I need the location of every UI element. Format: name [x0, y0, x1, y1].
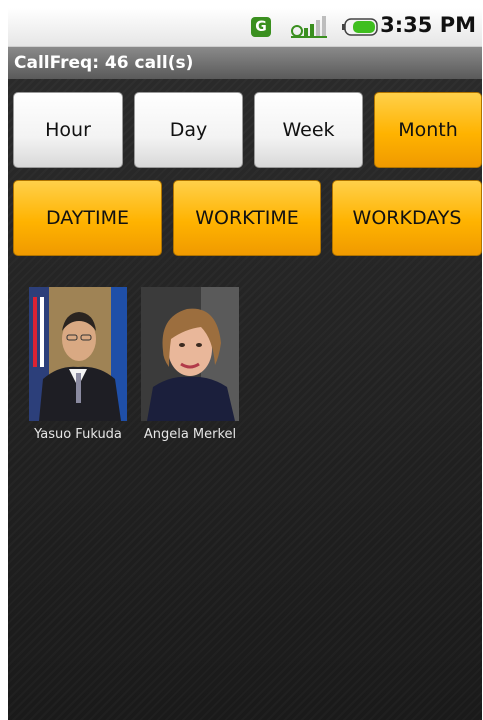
status-time: 3:35 PM	[380, 13, 476, 37]
workdays-button[interactable]: WORKDAYS	[332, 180, 482, 256]
day-button[interactable]: Day	[134, 92, 243, 168]
contact-name: Angela Merkel	[143, 427, 237, 442]
app-screen: G 3:35 PM CallFreq: 46 call(s) Hour Day …	[8, 8, 482, 720]
g-network-icon: G	[251, 17, 271, 37]
worktime-button[interactable]: WORKTIME	[173, 180, 321, 256]
month-button[interactable]: Month	[374, 92, 482, 168]
contact-photo	[141, 287, 239, 421]
main-content: Hour Day Week Month DAYTIME WORKTIME WOR…	[8, 79, 482, 720]
contact-item[interactable]: Yasuo Fukuda	[28, 287, 128, 442]
app-title-bar: CallFreq: 46 call(s)	[8, 47, 482, 79]
daytime-button[interactable]: DAYTIME	[13, 180, 162, 256]
contact-name: Yasuo Fukuda	[34, 427, 122, 442]
signal-icon	[291, 16, 327, 38]
app-title: CallFreq: 46 call(s)	[14, 53, 194, 73]
contact-photo	[29, 287, 127, 421]
battery-icon	[342, 18, 378, 36]
hour-button[interactable]: Hour	[13, 92, 123, 168]
status-bar: G 3:35 PM	[8, 8, 482, 47]
contact-item[interactable]: Angela Merkel	[140, 287, 240, 442]
week-button[interactable]: Week	[254, 92, 363, 168]
